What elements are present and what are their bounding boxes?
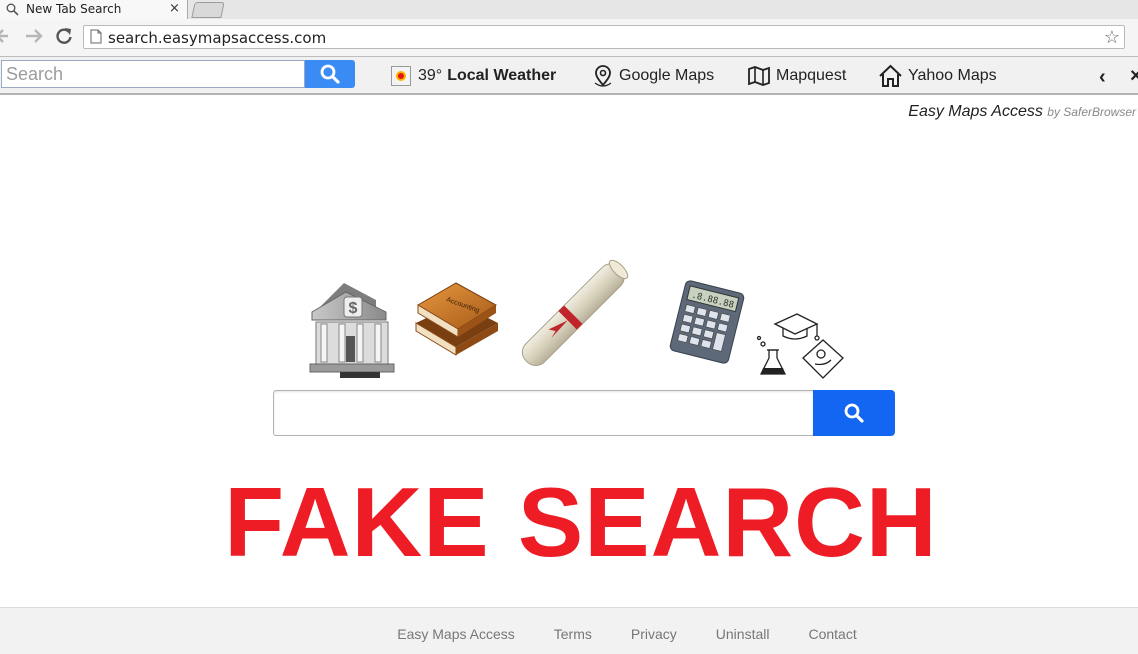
google-maps-label: Google Maps	[619, 67, 715, 84]
folded-map-icon	[748, 66, 770, 86]
tab-strip: New Tab Search ×	[0, 0, 1138, 19]
tab-close-button[interactable]: ×	[169, 1, 180, 16]
weather-label: Local Weather	[447, 67, 557, 84]
mapquest-link[interactable]: Mapquest	[747, 65, 846, 87]
main-search-input[interactable]	[273, 390, 813, 436]
footer-link-privacy[interactable]: Privacy	[631, 626, 677, 642]
url-text[interactable]: search.easymapsaccess.com	[108, 29, 326, 47]
footer-links: Easy Maps Access Terms Privacy Uninstall…	[0, 626, 1138, 642]
forward-arrow-icon	[26, 29, 43, 43]
bank-icon: $	[309, 283, 395, 378]
toolbar-search-button[interactable]	[305, 60, 355, 88]
footer: Easy Maps Access Terms Privacy Uninstall…	[0, 607, 1138, 654]
svg-text:$: $	[349, 300, 358, 317]
navigation-bar: search.easymapsaccess.com ☆	[0, 19, 1138, 57]
map-pin-icon	[594, 65, 612, 87]
footer-link-uninstall[interactable]: Uninstall	[716, 626, 770, 642]
back-button[interactable]	[0, 25, 16, 47]
local-weather-link[interactable]: 39° Local Weather	[391, 65, 556, 87]
house-icon	[879, 64, 902, 87]
fake-search-overlay: FAKE SEARCH	[224, 467, 938, 577]
toolbar-close-button[interactable]: ×	[1130, 65, 1138, 88]
brand-tagline: Easy Maps Access by SaferBrowser	[908, 103, 1136, 121]
back-arrow-icon	[0, 29, 8, 43]
toolbar-search-input[interactable]	[1, 60, 305, 88]
google-maps-link[interactable]: Google Maps	[592, 65, 714, 87]
category-icons: $ Accounting .8.88.88	[0, 255, 1138, 385]
weather-temperature: 39°	[418, 67, 443, 84]
brand-name: Easy Maps Access	[908, 103, 1043, 120]
mapquest-label: Mapquest	[776, 67, 847, 84]
yahoo-maps-label: Yahoo Maps	[908, 67, 997, 84]
main-search-button[interactable]	[813, 390, 895, 436]
brand-by: by SaferBrowser	[1047, 105, 1136, 119]
reload-icon	[56, 28, 72, 44]
extension-toolbar: 39° Local Weather Google Maps Mapquest Y…	[0, 57, 1138, 95]
calculator-icon: .8.88.88	[669, 280, 745, 364]
browser-tab[interactable]: New Tab Search ×	[0, 0, 188, 19]
bookmark-star-icon[interactable]: ☆	[1104, 27, 1120, 47]
page-icon	[90, 29, 102, 49]
accounting-book-icon: Accounting	[415, 282, 498, 356]
diploma-scroll-icon	[521, 259, 629, 367]
weather-icon	[391, 66, 411, 86]
toolbar-scroll-left-button[interactable]: ‹	[1099, 66, 1106, 89]
new-tab-button[interactable]	[191, 2, 225, 18]
forward-button[interactable]	[24, 25, 46, 47]
footer-link-terms[interactable]: Terms	[554, 626, 592, 642]
yahoo-maps-link[interactable]: Yahoo Maps	[878, 64, 997, 87]
tab-title: New Tab Search	[26, 2, 122, 16]
science-doodle-icon	[756, 313, 844, 379]
reload-button[interactable]	[53, 25, 75, 47]
search-icon	[320, 64, 340, 84]
search-icon	[844, 403, 864, 423]
footer-link-contact[interactable]: Contact	[808, 626, 856, 642]
footer-link-easy-maps-access[interactable]: Easy Maps Access	[397, 626, 515, 642]
address-bar[interactable]: search.easymapsaccess.com ☆	[83, 25, 1125, 49]
